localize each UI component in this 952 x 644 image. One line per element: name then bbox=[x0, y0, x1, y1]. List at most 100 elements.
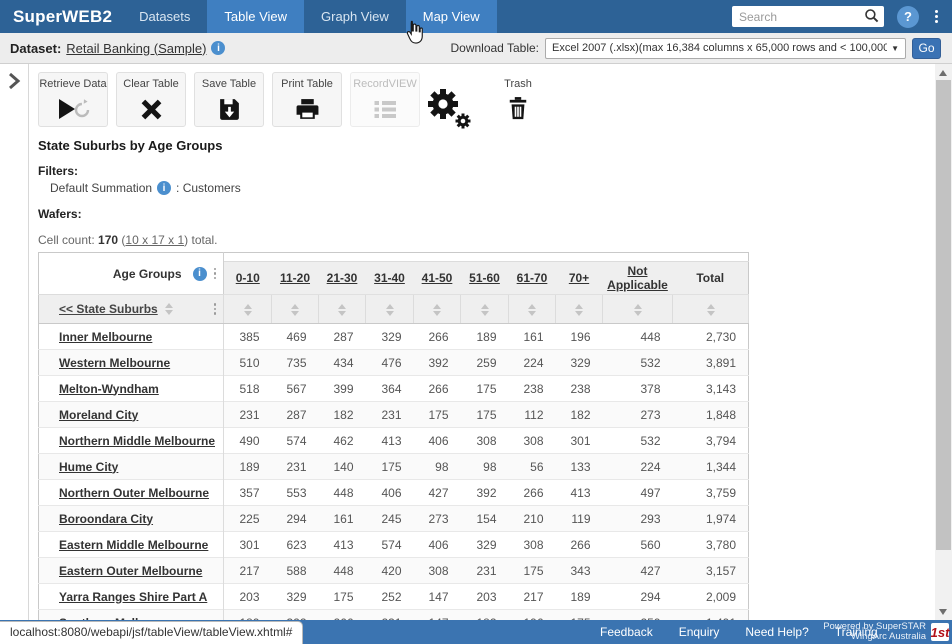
gears-icon bbox=[427, 88, 473, 130]
sort-icon[interactable] bbox=[338, 304, 346, 316]
go-button[interactable]: Go bbox=[912, 38, 941, 59]
col-dimension-info-icon[interactable] bbox=[193, 267, 207, 281]
row-label-link[interactable]: Northern Outer Melbourne bbox=[59, 486, 209, 500]
footer-link-feedback[interactable]: Feedback bbox=[600, 625, 653, 639]
sort-cell-21-30 bbox=[319, 295, 366, 324]
value-cell: 287 bbox=[319, 324, 366, 350]
app-logo[interactable]: SuperWEB2 bbox=[0, 7, 122, 27]
row-dimension-link[interactable]: << State Suburbs bbox=[59, 302, 158, 316]
dataset-link[interactable]: Retail Banking (Sample) bbox=[66, 41, 206, 56]
search-icon[interactable] bbox=[864, 8, 880, 24]
dataset-info-icon[interactable] bbox=[211, 41, 225, 55]
col-header-link[interactable]: 51-60 bbox=[469, 271, 500, 285]
retrieve-data-button[interactable]: Retrieve Data bbox=[38, 72, 108, 127]
scrollbar-thumb[interactable] bbox=[936, 80, 951, 550]
table-row: Inner Melbourne3854692873292661891611964… bbox=[39, 324, 749, 350]
sort-icon[interactable] bbox=[707, 304, 715, 316]
col-header-link[interactable]: 70+ bbox=[569, 271, 589, 285]
help-icon[interactable] bbox=[897, 6, 919, 28]
sort-icon[interactable] bbox=[244, 304, 252, 316]
nav-item-graph-view[interactable]: Graph View bbox=[304, 0, 406, 33]
nav-item-map-view[interactable]: Map View bbox=[406, 0, 497, 33]
menu-dots-icon[interactable] bbox=[213, 267, 218, 281]
value-cell: 3,780 bbox=[673, 532, 749, 558]
table-wrap: Age Groups 0-10 11-20 21-30 31-40 41-50 51-60 6… bbox=[38, 252, 750, 620]
search-input[interactable] bbox=[732, 6, 884, 27]
cell-count-link[interactable]: 10 x 17 x 1 bbox=[125, 233, 184, 247]
sort-icon[interactable] bbox=[528, 304, 536, 316]
sort-icon[interactable] bbox=[575, 304, 583, 316]
value-cell: 196 bbox=[509, 610, 556, 621]
value-cell: 427 bbox=[414, 480, 461, 506]
scroll-up-icon[interactable] bbox=[939, 70, 947, 76]
superweb2-window: SuperWEB2 DatasetsTable ViewGraph ViewMa… bbox=[0, 0, 952, 644]
filter-info-icon[interactable] bbox=[157, 181, 171, 195]
search-box bbox=[732, 6, 884, 27]
col-header-11-20: 11-20 bbox=[272, 262, 319, 295]
row-label-link[interactable]: Boroondara City bbox=[59, 512, 153, 526]
col-header-link[interactable]: 61-70 bbox=[517, 271, 548, 285]
top-navbar: SuperWEB2 DatasetsTable ViewGraph ViewMa… bbox=[0, 0, 952, 33]
value-cell: 3,794 bbox=[673, 428, 749, 454]
cell-count-suffix: total. bbox=[191, 233, 217, 247]
row-label-link[interactable]: Eastern Middle Melbourne bbox=[59, 538, 208, 552]
value-cell: 399 bbox=[319, 376, 366, 402]
expand-panel-icon[interactable] bbox=[7, 72, 21, 90]
footer-link-enquiry[interactable]: Enquiry bbox=[679, 625, 720, 639]
row-label-link[interactable]: Hume City bbox=[59, 460, 118, 474]
col-header-link[interactable]: 31-40 bbox=[374, 271, 405, 285]
value-cell: 231 bbox=[461, 558, 509, 584]
value-cell: 217 bbox=[224, 558, 272, 584]
row-label-link[interactable]: Melton-Wyndham bbox=[59, 382, 159, 396]
sort-icon[interactable] bbox=[291, 304, 299, 316]
row-label-link[interactable]: Northern Middle Melbourne bbox=[59, 434, 215, 448]
sort-cell-41-50 bbox=[414, 295, 461, 324]
trash-button[interactable]: Trash bbox=[490, 78, 546, 127]
col-header-link[interactable]: 21-30 bbox=[327, 271, 358, 285]
col-header-21-30: 21-30 bbox=[319, 262, 366, 295]
menu-dots-icon[interactable] bbox=[213, 302, 218, 316]
nav-item-datasets[interactable]: Datasets bbox=[122, 0, 207, 33]
row-label-link[interactable]: Western Melbourne bbox=[59, 356, 170, 370]
nav-item-table-view[interactable]: Table View bbox=[207, 0, 304, 33]
sort-icon[interactable] bbox=[481, 304, 489, 316]
row-label-link[interactable]: Eastern Outer Melbourne bbox=[59, 564, 202, 578]
value-cell: 1,848 bbox=[673, 402, 749, 428]
table-top-spacer bbox=[414, 253, 461, 262]
vertical-scrollbar[interactable] bbox=[935, 64, 952, 620]
cell-count-label: Cell count: bbox=[38, 233, 95, 247]
value-cell: 293 bbox=[603, 506, 673, 532]
value-cell: 245 bbox=[366, 506, 414, 532]
table-top-spacer bbox=[272, 253, 319, 262]
recordview-button[interactable]: RecordVIEW bbox=[350, 72, 420, 127]
row-label-link[interactable]: Yarra Ranges Shire Part A bbox=[59, 590, 207, 604]
table-options-button[interactable] bbox=[427, 88, 473, 130]
value-cell: 1,344 bbox=[673, 454, 749, 480]
print-table-button[interactable]: Print Table bbox=[272, 72, 342, 127]
sort-icon[interactable] bbox=[433, 304, 441, 316]
download-table-label: Download Table: bbox=[450, 41, 539, 55]
col-header-link[interactable]: Not Applicable bbox=[607, 264, 668, 292]
download-format-select[interactable]: Excel 2007 (.xlsx)(max 16,384 columns x … bbox=[545, 38, 906, 59]
sort-cell-total bbox=[673, 295, 749, 324]
row-label-link[interactable]: Moreland City bbox=[59, 408, 138, 422]
col-header-link[interactable]: 41-50 bbox=[422, 271, 453, 285]
footer-link-need-help[interactable]: Need Help? bbox=[745, 625, 808, 639]
col-header-link[interactable]: 11-20 bbox=[280, 271, 310, 285]
value-cell: 98 bbox=[461, 454, 509, 480]
value-cell: 189 bbox=[461, 324, 509, 350]
filters-label: Filters: bbox=[38, 164, 78, 178]
sort-icon[interactable] bbox=[634, 304, 642, 316]
scroll-down-icon[interactable] bbox=[939, 609, 947, 615]
sort-icon[interactable] bbox=[165, 303, 173, 315]
col-dimension-label[interactable]: Age Groups bbox=[113, 267, 182, 281]
print-table-label: Print Table bbox=[281, 78, 333, 90]
col-header-link[interactable]: 0-10 bbox=[236, 271, 260, 285]
col-header-70: 70+ bbox=[556, 262, 603, 295]
row-label-link[interactable]: Inner Melbourne bbox=[59, 330, 152, 344]
save-table-button[interactable]: Save Table bbox=[194, 72, 264, 127]
overflow-menu-icon[interactable] bbox=[933, 8, 940, 25]
table-top-spacer bbox=[366, 253, 414, 262]
sort-icon[interactable] bbox=[386, 304, 394, 316]
clear-table-button[interactable]: Clear Table bbox=[116, 72, 186, 127]
